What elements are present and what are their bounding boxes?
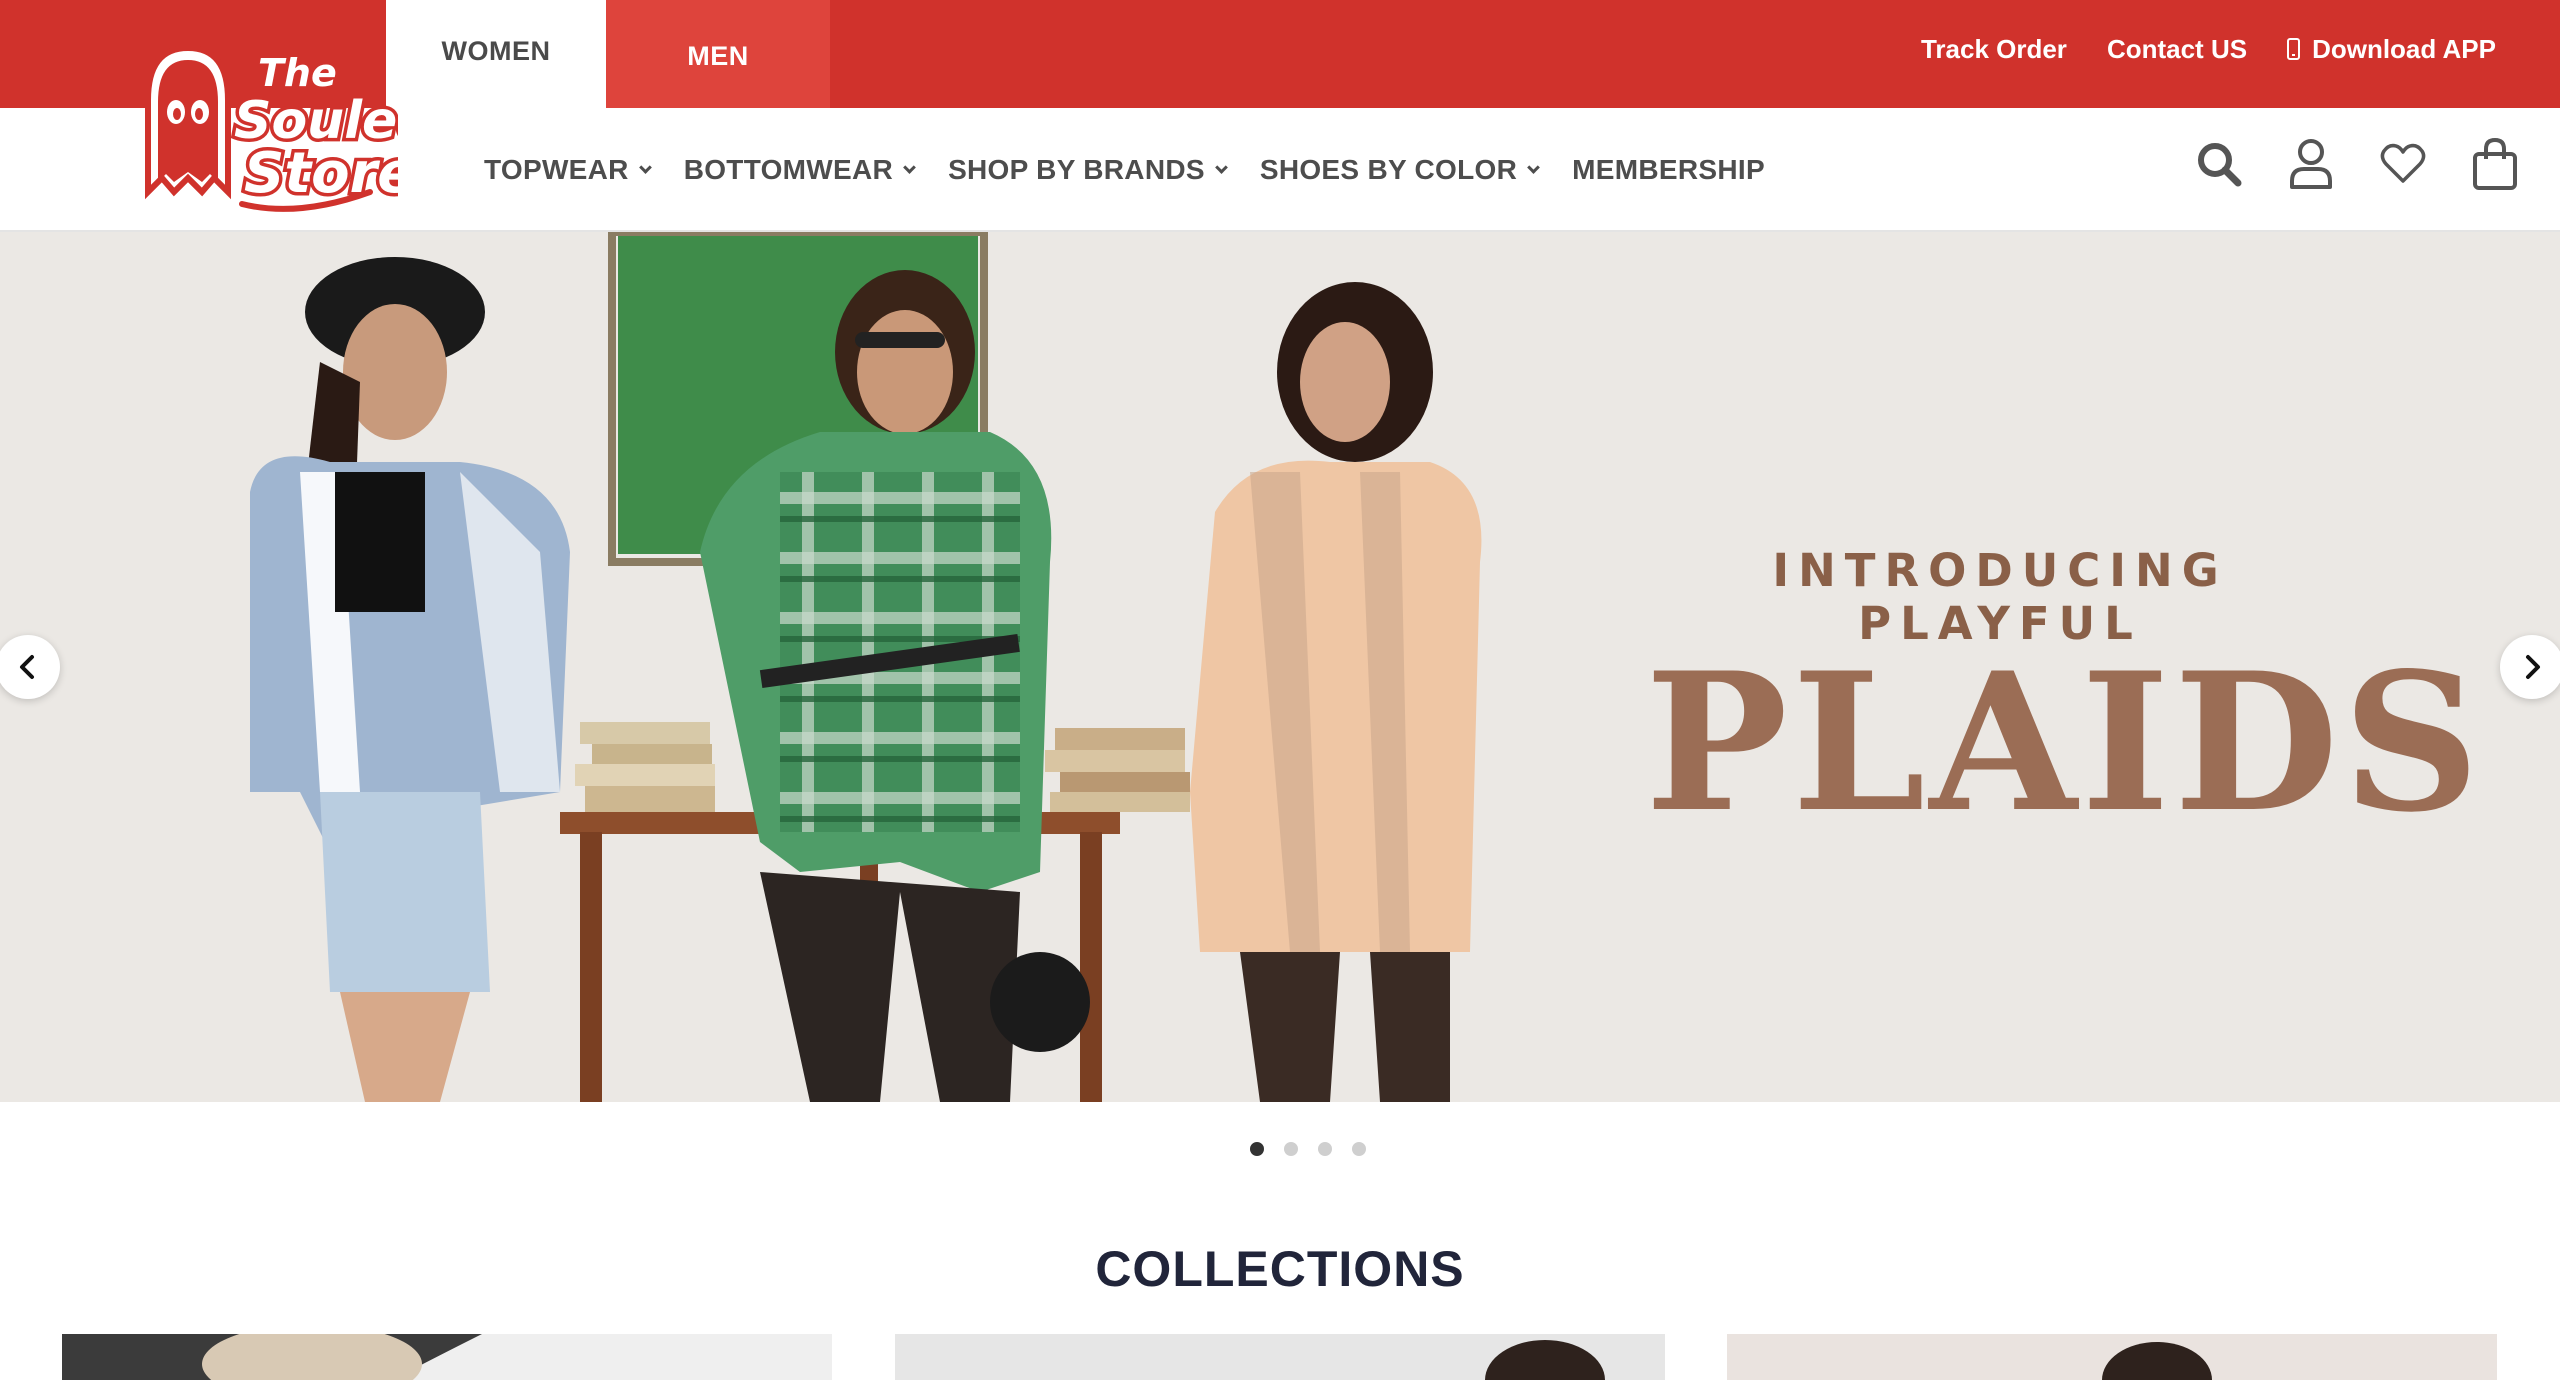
carousel-dots bbox=[1250, 1142, 1366, 1156]
collection-card[interactable] bbox=[62, 1334, 832, 1380]
nav-topwear[interactable]: TOPWEAR bbox=[484, 154, 652, 186]
nav-bottomwear[interactable]: BOTTOMWEAR bbox=[683, 154, 916, 186]
nav-shoes-by-color-label: SHOES BY COLOR bbox=[1259, 154, 1518, 185]
nav-membership-label: MEMBERSHIP bbox=[1572, 154, 1765, 185]
download-app-label: Download APP bbox=[2312, 33, 2496, 64]
svg-text:Store: Store bbox=[244, 141, 398, 206]
carousel-dot-1[interactable] bbox=[1250, 1142, 1264, 1156]
collection-image bbox=[62, 1334, 832, 1380]
chevron-right-icon bbox=[2526, 655, 2540, 679]
nav-icons bbox=[2194, 134, 2520, 194]
tab-men-label: MEN bbox=[687, 40, 749, 71]
contact-us-link[interactable]: Contact US bbox=[2107, 34, 2247, 65]
search-icon[interactable] bbox=[2194, 134, 2244, 194]
top-links: Track Order Contact US Download APP bbox=[1921, 0, 2496, 98]
contact-us-label: Contact US bbox=[2106, 33, 2248, 64]
collection-card[interactable] bbox=[895, 1334, 1665, 1380]
hero-headline: INTRODUCING PLAYFUL PLAIDS bbox=[1645, 544, 2484, 854]
tab-women[interactable]: WOMEN bbox=[386, 0, 606, 110]
chevron-left-icon bbox=[20, 655, 34, 679]
nav-shop-by-brands[interactable]: SHOP BY BRANDS bbox=[948, 154, 1228, 186]
carousel-dot-4[interactable] bbox=[1352, 1142, 1366, 1156]
carousel-dot-3[interactable] bbox=[1318, 1142, 1332, 1156]
souled-store-logo[interactable]: The Souled Store bbox=[138, 42, 439, 214]
logo-graphic: The Souled Store bbox=[145, 44, 439, 212]
heart-icon[interactable] bbox=[2378, 134, 2428, 194]
phone-icon bbox=[2287, 38, 2301, 60]
collections-heading: COLLECTIONS bbox=[1095, 1241, 1465, 1297]
collection-image bbox=[895, 1334, 1665, 1380]
nav-shoes-by-color[interactable]: SHOES BY COLOR bbox=[1259, 154, 1540, 186]
nav-shop-by-brands-label: SHOP BY BRANDS bbox=[948, 154, 1205, 185]
chevron-down-icon bbox=[903, 160, 916, 174]
hero-carousel[interactable]: INTRODUCING PLAYFUL PLAIDS bbox=[0, 232, 2560, 1102]
nav-bottomwear-label: BOTTOMWEAR bbox=[683, 154, 894, 185]
chevron-down-icon bbox=[1527, 160, 1540, 174]
collection-image bbox=[1727, 1334, 2497, 1380]
category-menu: TOPWEAR BOTTOMWEAR SHOP BY BRANDS SHOES … bbox=[484, 108, 1765, 232]
carousel-next-button[interactable] bbox=[2500, 635, 2560, 699]
collection-card[interactable] bbox=[1727, 1334, 2497, 1380]
hero-title: PLAIDS bbox=[1645, 631, 2484, 854]
bag-icon[interactable] bbox=[2470, 134, 2520, 194]
chevron-down-icon bbox=[1214, 160, 1228, 174]
track-order-link[interactable]: Track Order bbox=[1921, 34, 2067, 65]
carousel-dot-2[interactable] bbox=[1284, 1142, 1298, 1156]
download-app-link[interactable]: Download APP bbox=[2287, 34, 2496, 65]
user-icon[interactable] bbox=[2286, 134, 2336, 194]
svg-text:The: The bbox=[258, 51, 337, 95]
nav-topwear-label: TOPWEAR bbox=[484, 154, 629, 185]
tab-women-label: WOMEN bbox=[441, 35, 551, 66]
track-order-label: Track Order bbox=[1920, 33, 2067, 64]
tab-men[interactable]: MEN bbox=[606, 0, 830, 108]
nav-membership[interactable]: MEMBERSHIP bbox=[1572, 154, 1765, 186]
chevron-down-icon bbox=[638, 160, 652, 174]
